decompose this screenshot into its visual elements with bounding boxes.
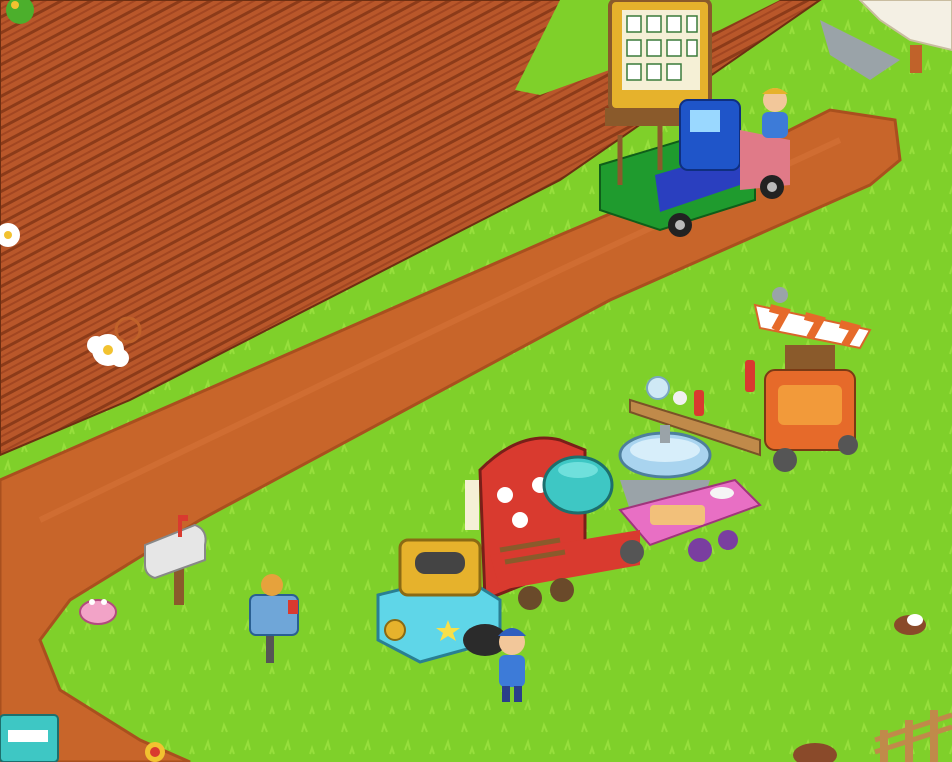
lantern-icon xyxy=(145,742,165,762)
flower-bush xyxy=(79,599,117,625)
truck-driver[interactable] xyxy=(762,88,788,138)
farm-scene xyxy=(0,0,952,762)
building-corner[interactable] xyxy=(0,714,59,762)
